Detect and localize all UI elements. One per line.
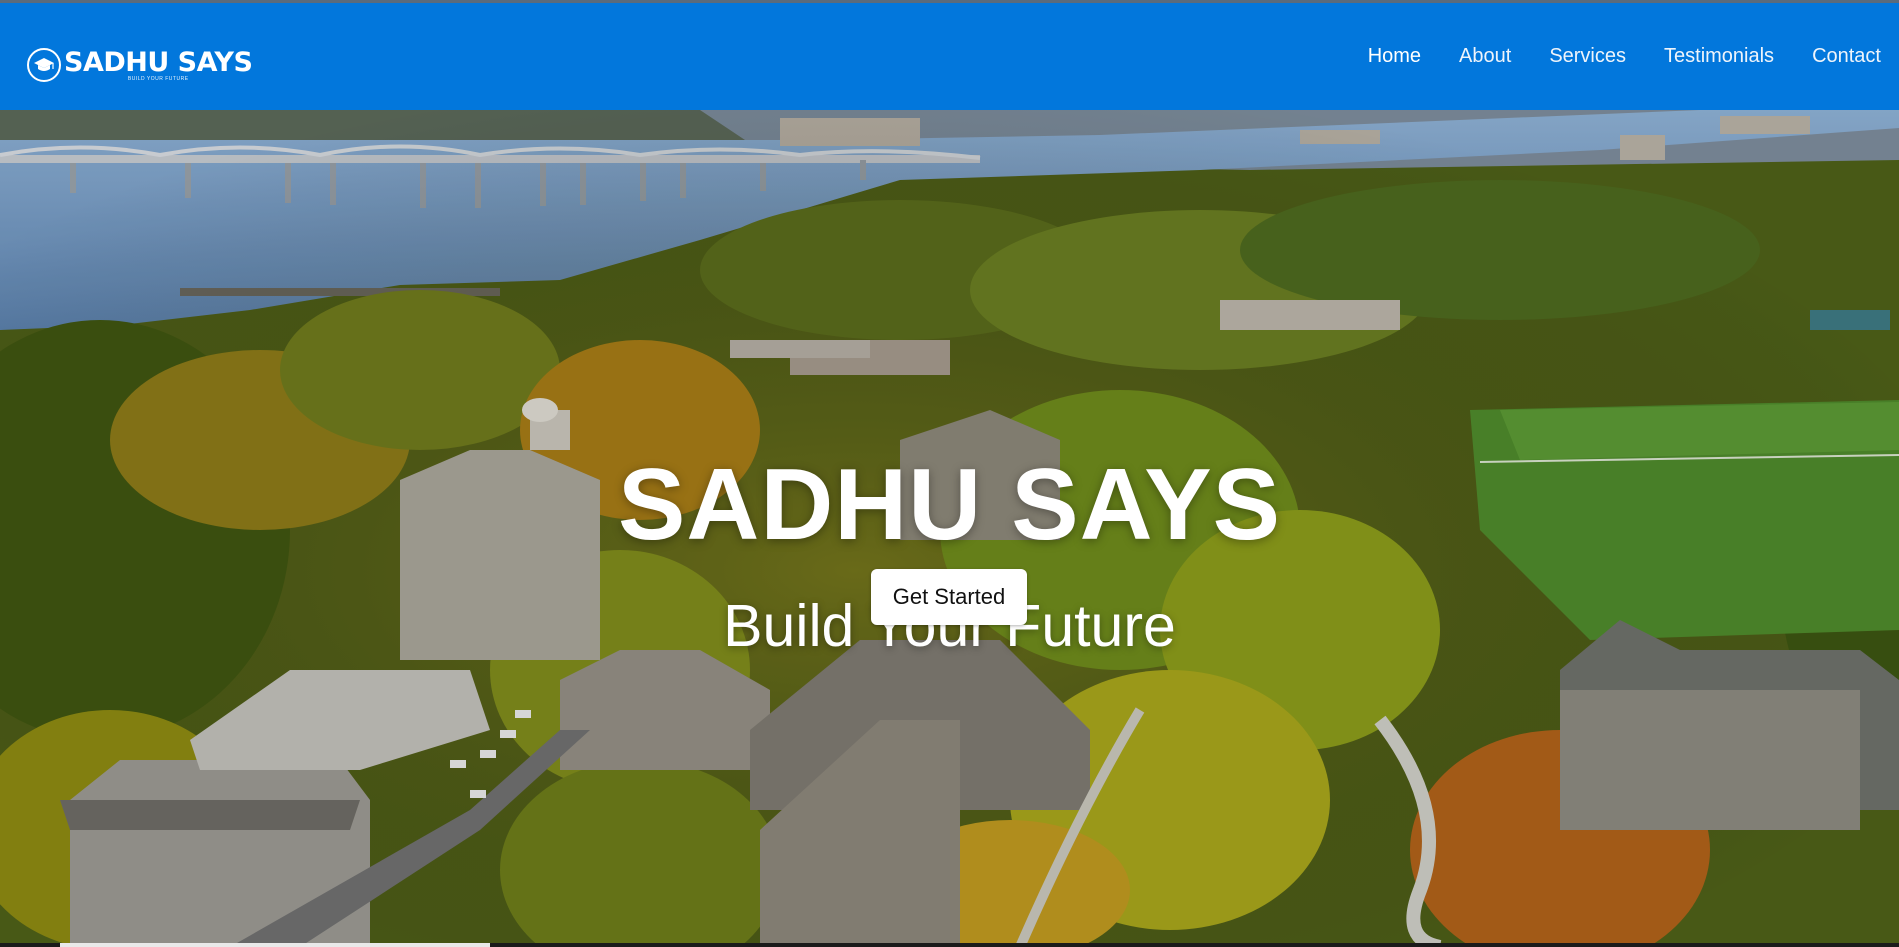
hero-section: SADHU SAYS Build Your Future (0, 110, 1899, 947)
brand-tagline: BUILD YOUR FUTURE (127, 75, 189, 82)
brand-name: SADHU SAYS (64, 46, 253, 78)
page: SADHU SAYS BUILD YOUR FUTURE Home About … (0, 0, 1899, 947)
hero-title: SADHU SAYS (618, 449, 1281, 561)
get-started-button[interactable]: Get Started (871, 569, 1027, 625)
nav-home[interactable]: Home (1368, 41, 1421, 72)
brand-logo[interactable]: SADHU SAYS BUILD YOUR FUTURE (27, 45, 253, 85)
nav-contact[interactable]: Contact (1812, 41, 1881, 72)
navbar: SADHU SAYS BUILD YOUR FUTURE Home About … (0, 3, 1899, 110)
nav-about[interactable]: About (1459, 41, 1511, 72)
main-nav: Home About Services Testimonials Contact (1330, 41, 1899, 72)
nav-services[interactable]: Services (1549, 41, 1626, 72)
horizontal-scrollbar[interactable] (60, 943, 490, 947)
graduation-cap-icon (27, 48, 61, 82)
nav-testimonials[interactable]: Testimonials (1664, 41, 1774, 72)
